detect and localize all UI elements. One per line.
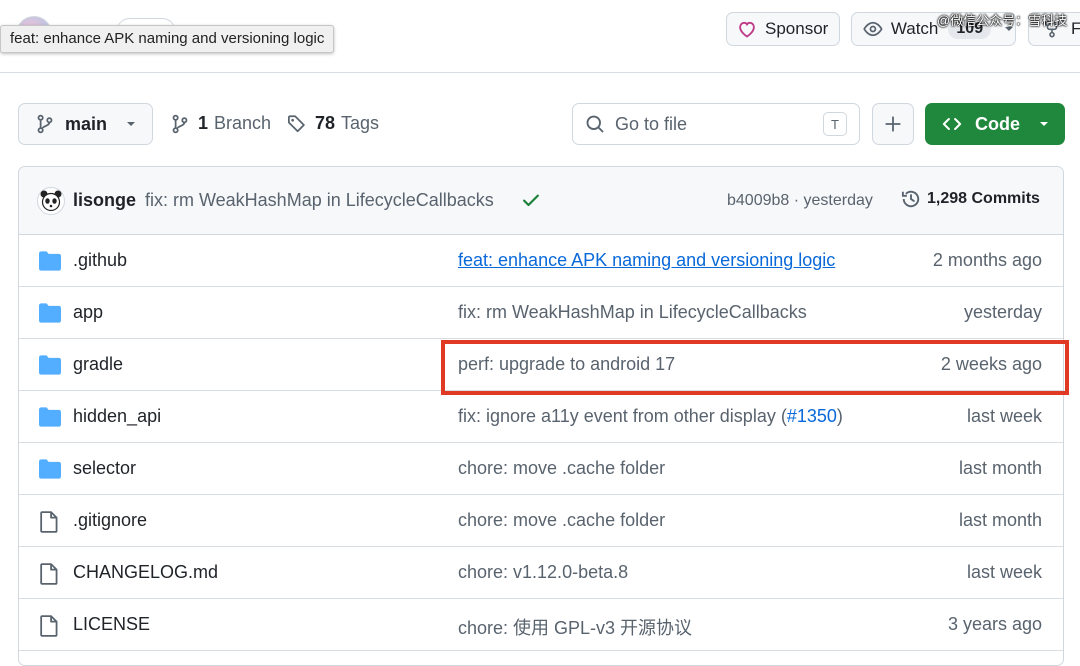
table-row[interactable]: .gitignore chore: move .cache folder las… xyxy=(19,495,1063,547)
table-row[interactable]: .github feat: enhance APK naming and ver… xyxy=(19,235,1063,287)
eye-icon xyxy=(863,21,883,37)
tooltip: feat: enhance APK naming and versioning … xyxy=(0,25,335,53)
sponsor-label: Sponsor xyxy=(765,19,829,38)
branches-link[interactable]: 1 Branch xyxy=(170,113,271,134)
file-name[interactable]: gradle xyxy=(73,354,123,375)
tag-icon xyxy=(288,114,305,132)
file-name[interactable]: LICENSE xyxy=(73,614,150,635)
code-icon xyxy=(942,118,962,130)
commit-message[interactable]: chore: 使用 GPL-v3 开源协议 xyxy=(458,614,692,640)
table-row[interactable]: selector chore: move .cache folder last … xyxy=(19,443,1063,495)
commit-age: last week xyxy=(966,406,1042,426)
commit-age: 2 months ago xyxy=(932,250,1042,270)
commit-age: yesterday xyxy=(963,302,1042,322)
table-row[interactable]: hidden_api fix: ignore a11y event from o… xyxy=(19,391,1063,443)
highlight-annotation-box xyxy=(441,340,1069,395)
commits-label: 1,298 Commits xyxy=(927,190,1040,207)
sponsor-button[interactable]: Sponsor xyxy=(726,12,840,46)
commit-message[interactable]: chore: move .cache folder xyxy=(458,458,665,479)
table-row[interactable]: LICENSE chore: 使用 GPL-v3 开源协议 3 years ag… xyxy=(19,599,1063,651)
latest-commit-message[interactable]: fix: rm WeakHashMap in LifecycleCallback… xyxy=(145,190,494,211)
file-name[interactable]: .github xyxy=(73,250,127,271)
commit-message[interactable]: chore: move .cache folder xyxy=(458,510,665,531)
file-icon xyxy=(40,511,58,533)
history-icon xyxy=(901,190,920,208)
branches-count: 1 xyxy=(198,113,209,133)
git-branch-icon xyxy=(37,114,53,134)
fork-label: F xyxy=(1071,19,1080,38)
chevron-down-icon xyxy=(1040,122,1048,126)
heart-icon xyxy=(739,21,755,38)
table-row[interactable]: CHANGELOG.md chore: v1.12.0-beta.8 last … xyxy=(19,547,1063,599)
file-name[interactable]: CHANGELOG.md xyxy=(73,562,218,583)
search-icon xyxy=(586,115,604,133)
commits-history-link[interactable]: 1,298 Commits xyxy=(901,189,1040,209)
tags-label: Tags xyxy=(341,113,380,133)
commit-sha-age[interactable]: b4009b8 · yesterday xyxy=(727,192,873,210)
commit-message-suffix: ) xyxy=(836,406,843,426)
go-to-file-placeholder: Go to file xyxy=(615,113,688,134)
tags-count: 78 xyxy=(315,113,336,133)
commit-message[interactable]: fix: ignore a11y event from other displa… xyxy=(458,406,843,427)
commit-message-text[interactable]: fix: ignore a11y event from other displa… xyxy=(458,406,787,426)
file-name[interactable]: app xyxy=(73,302,103,323)
folder-icon xyxy=(39,303,61,323)
branches-label: Branch xyxy=(214,113,272,133)
tags-link[interactable]: 78 Tags xyxy=(287,113,379,134)
commit-age: last month xyxy=(958,458,1042,478)
go-to-file-input[interactable]: Go to file T xyxy=(572,103,860,145)
file-name[interactable]: hidden_api xyxy=(73,406,161,427)
table-row[interactable]: app fix: rm WeakHashMap in LifecycleCall… xyxy=(19,287,1063,339)
commit-age: last month xyxy=(958,510,1042,530)
folder-icon xyxy=(39,251,61,271)
file-icon xyxy=(40,615,58,637)
commit-message[interactable]: feat: enhance APK naming and versioning … xyxy=(458,250,835,271)
header-divider xyxy=(0,72,1080,73)
pull-request-link[interactable]: #1350 xyxy=(787,406,837,426)
git-branch-icon xyxy=(172,114,188,133)
commit-author-avatar[interactable] xyxy=(37,187,65,215)
folder-icon xyxy=(39,407,61,427)
plus-icon xyxy=(885,116,901,132)
code-label: Code xyxy=(975,113,1020,134)
watermark: @微信公众号：雪科技 xyxy=(937,13,1068,28)
commit-author[interactable]: lisonge xyxy=(73,190,136,211)
file-name[interactable]: selector xyxy=(73,458,136,479)
check-icon[interactable] xyxy=(521,190,541,210)
commit-message[interactable]: fix: rm WeakHashMap in LifecycleCallback… xyxy=(458,302,807,323)
folder-icon xyxy=(39,459,61,479)
chevron-down-icon xyxy=(127,122,136,126)
latest-commit-bar: lisonge fix: rm WeakHashMap in Lifecycle… xyxy=(19,167,1063,235)
panda-avatar-icon xyxy=(40,190,62,212)
commit-message[interactable]: chore: v1.12.0-beta.8 xyxy=(458,562,628,583)
folder-icon xyxy=(39,355,61,375)
keyboard-shortcut-hint: T xyxy=(823,112,847,136)
commit-age: last week xyxy=(966,562,1042,582)
file-name[interactable]: .gitignore xyxy=(73,510,147,531)
commit-age: 3 years ago xyxy=(947,614,1042,634)
code-button[interactable]: Code xyxy=(925,103,1065,145)
branch-selector[interactable]: main xyxy=(18,103,153,145)
file-icon xyxy=(40,563,58,585)
branch-name: main xyxy=(65,113,108,134)
watch-label: Watch xyxy=(890,19,939,38)
add-file-button[interactable] xyxy=(872,103,914,145)
file-table: lisonge fix: rm WeakHashMap in Lifecycle… xyxy=(18,166,1064,666)
